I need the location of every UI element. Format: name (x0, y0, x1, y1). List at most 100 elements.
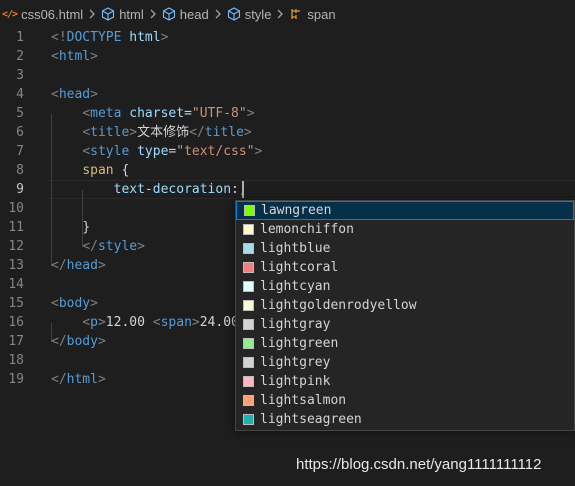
code-token: > (137, 239, 145, 254)
suggestion-item[interactable]: lightgoldenrodyellow (236, 296, 574, 315)
line-number: 3 (16, 68, 24, 83)
suggestion-item[interactable]: lemonchiffon (236, 220, 574, 239)
code-line[interactable]: 6 <title>文本修饰</title> (0, 123, 575, 142)
code-line[interactable]: 3 (0, 66, 575, 85)
color-swatch-icon (243, 357, 254, 368)
line-number: 1 (16, 30, 24, 45)
code-token: title (204, 125, 244, 140)
line-number: 4 (16, 87, 24, 102)
color-swatch-icon (243, 224, 254, 235)
code-token: head (66, 258, 98, 273)
autocomplete-suggestions[interactable]: lawngreen lemonchiffon lightblue lightcoral… (235, 200, 575, 431)
suggestion-label: lightseagreen (260, 412, 362, 427)
code-token: </ (51, 258, 67, 273)
line-number: 15 (8, 296, 24, 311)
code-token: > (191, 315, 200, 330)
suggestion-label: lightblue (260, 241, 331, 256)
chevron-right-icon (214, 9, 222, 19)
cube-icon (227, 7, 241, 21)
code-token: < (51, 296, 59, 311)
suggestion-item[interactable]: lawngreen (236, 201, 574, 220)
suggestion-item[interactable]: lightseagreen (236, 410, 574, 429)
html-file-icon: </> (2, 8, 18, 20)
breadcrumb-item-style[interactable]: style (227, 0, 271, 28)
code-token: 文本修饰 (137, 125, 190, 140)
code-line[interactable]: 2 <html> (0, 47, 575, 66)
code-token: = (184, 106, 192, 121)
line-number: 12 (8, 239, 24, 254)
suggestion-label: lightsalmon (260, 393, 347, 408)
css-selector-icon (289, 7, 303, 21)
cube-icon (162, 7, 176, 21)
code-token: > (254, 144, 263, 159)
code-token: meta (90, 106, 122, 121)
line-code: </html> (51, 370, 106, 389)
text-cursor (242, 181, 244, 198)
breadcrumb-item-span[interactable]: span (289, 0, 336, 28)
suggestion-item[interactable]: lightgreen (236, 334, 574, 353)
code-token: > (243, 125, 252, 140)
color-swatch-icon (243, 243, 254, 254)
code-token: < (51, 49, 59, 64)
suggestion-item[interactable]: lightgrey (236, 353, 574, 372)
line-number: 8 (16, 163, 24, 178)
code-token: body (66, 334, 98, 349)
code-token: < (152, 315, 161, 330)
line-number: 17 (8, 334, 24, 349)
color-swatch-icon (243, 376, 254, 387)
code-token: "UTF-8" (191, 106, 247, 121)
suggestion-item[interactable]: lightgray (236, 315, 574, 334)
breadcrumb-item-html[interactable]: html (101, 0, 144, 28)
chevron-right-icon (88, 9, 96, 19)
breadcrumb-file[interactable]: </> css06.html (2, 0, 83, 28)
suggestion-label: lightpink (260, 374, 331, 389)
line-code: </style> (51, 237, 145, 256)
suggestion-item[interactable]: lightcyan (236, 277, 574, 296)
chevron-right-icon (149, 9, 157, 19)
line-code: text-decoration:; (51, 180, 247, 199)
code-token: </ (51, 372, 67, 387)
line-number: 13 (8, 258, 24, 273)
code-token: type (137, 144, 169, 159)
code-token: html (58, 49, 91, 64)
code-token: 24.00 (199, 315, 239, 330)
code-token: > (160, 30, 169, 45)
code-token: > (90, 87, 98, 102)
suggestion-item[interactable]: lightblue (236, 239, 574, 258)
code-line[interactable]: 9 text-decoration:; (0, 180, 575, 199)
breadcrumb-item-head[interactable]: head (162, 0, 209, 28)
code-token: <! (51, 30, 67, 45)
line-number: 2 (16, 49, 24, 64)
suggestion-item[interactable]: lightsalmon (236, 391, 574, 410)
breadcrumb-item-label: html (119, 6, 144, 22)
breadcrumb-item-label: span (307, 6, 336, 22)
code-line[interactable]: 7 <style type="text/css"> (0, 142, 575, 161)
suggestion-label: lightgoldenrodyellow (260, 298, 417, 313)
line-code: <head> (51, 85, 98, 104)
suggestion-item[interactable]: lightcoral (236, 258, 574, 277)
code-token: text-decoration (113, 182, 232, 197)
code-line[interactable]: 5 <meta charset="UTF-8"> (0, 104, 575, 123)
line-number: 7 (16, 144, 24, 159)
code-token: "text/css" (176, 144, 255, 159)
line-code: <!DOCTYPE html> (51, 28, 168, 47)
code-token: > (246, 106, 255, 121)
code-line[interactable]: 8 span { (0, 161, 575, 180)
code-token: html (129, 30, 161, 45)
breadcrumb-file-label: css06.html (21, 6, 84, 22)
code-token: < (82, 125, 91, 140)
code-line[interactable]: 1 <!DOCTYPE html> (0, 28, 575, 47)
color-swatch-icon (243, 395, 254, 406)
color-swatch-icon (243, 281, 254, 292)
suggestion-item[interactable]: lightpink (236, 372, 574, 391)
code-token: DOCTYPE (66, 30, 122, 45)
line-number: 11 (8, 220, 24, 235)
code-line[interactable]: 4 <head> (0, 85, 575, 104)
